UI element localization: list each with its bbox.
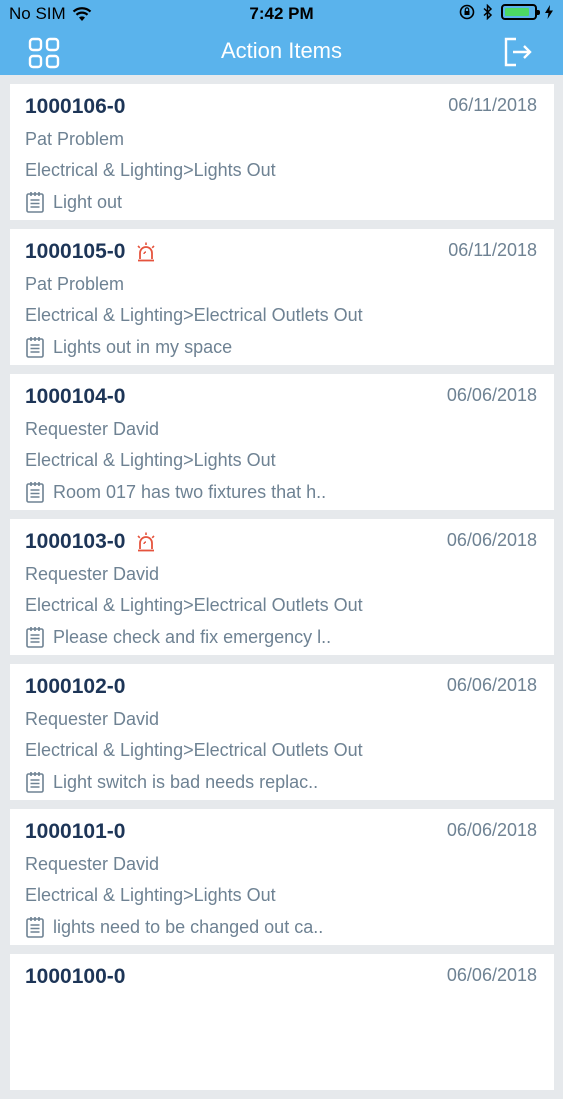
item-date: 06/11/2018 [448, 240, 537, 260]
action-item-card[interactable]: 1000104-0 06/06/2018 Requester David Electr… [10, 374, 554, 510]
action-item-card[interactable]: 1000102-0 06/06/2018 Requester David Electr… [10, 664, 554, 800]
item-id-text: 1000104-0 [25, 385, 126, 408]
status-right [459, 4, 553, 20]
item-requester: Pat Problem [25, 274, 125, 294]
item-description-text: Room 017 has two fixtures that h.. [53, 481, 327, 502]
action-item-card[interactable]: 1000105-0 06/11/2018 Pat Problem Electrica… [10, 229, 554, 365]
item-id: 1000106-0 [25, 95, 125, 119]
item-description-text: Light switch is bad needs replac.. [53, 771, 319, 792]
item-date: 06/06/2018 [446, 820, 537, 840]
item-description: lights need to be changed out ca.. [25, 916, 323, 938]
item-requester: Requester David [25, 709, 160, 729]
item-description: Light out [25, 191, 122, 213]
item-id-text: 1000102-0 [25, 675, 126, 698]
battery-icon [501, 4, 540, 20]
action-item-card[interactable]: 1000103-0 06/06/2018 Requester David Elect… [10, 519, 554, 655]
item-description-text: lights need to be changed out ca.. [53, 916, 324, 937]
note-icon [26, 192, 44, 213]
action-item-card[interactable]: 1000101-0 06/06/2018 Requester David Electr… [10, 809, 554, 945]
item-id: 1000103-0 [25, 530, 157, 554]
logout-icon[interactable] [503, 36, 533, 68]
alarm-icon [137, 532, 156, 552]
note-icon [26, 917, 44, 938]
item-id: 1000101-0 [25, 820, 125, 844]
item-date: 06/06/2018 [446, 530, 537, 550]
note-icon [26, 337, 44, 358]
item-id: 1000100-0 [25, 965, 125, 989]
item-date: 06/06/2018 [446, 965, 537, 985]
note-icon [26, 627, 44, 648]
item-category: Electrical & Lighting>Lights Out [25, 450, 276, 470]
item-requester: Pat Problem [25, 129, 125, 149]
item-id-text: 1000103-0 [25, 530, 126, 553]
page-title: Action Items [220, 38, 343, 63]
item-id: 1000105-0 [25, 240, 157, 264]
item-description: Room 017 has two fixtures that h.. [25, 481, 326, 503]
item-category: Electrical & Lighting>Electrical Outlets… [25, 305, 363, 325]
item-date: 06/06/2018 [446, 675, 537, 695]
item-description: Light switch is bad needs replac.. [25, 771, 318, 793]
app-header: No SIM 7:42 PM Action Items [0, 0, 563, 75]
action-items-list: 1000106-0 06/11/2018 Pat Problem Electrical… [10, 84, 554, 1099]
action-item-card[interactable]: 1000106-0 06/11/2018 Pat Problem Electrical… [10, 84, 554, 220]
item-id-text: 1000101-0 [25, 820, 126, 843]
item-id-text: 1000106-0 [25, 95, 126, 118]
item-description-text: Please check and fix emergency l.. [53, 626, 332, 647]
note-icon [26, 772, 44, 793]
item-id-text: 1000105-0 [25, 240, 126, 263]
item-requester: Requester David [25, 854, 160, 874]
item-description: Please check and fix emergency l.. [25, 626, 331, 648]
item-description-text: Light out [53, 191, 123, 212]
item-date: 06/11/2018 [448, 95, 537, 115]
item-id: 1000102-0 [25, 675, 125, 699]
bluetooth-icon [483, 4, 493, 20]
item-description: Lights out in my space [25, 336, 232, 358]
item-description-text: Lights out in my space [53, 336, 233, 357]
battery-tip [537, 10, 540, 15]
charging-bolt-icon [545, 5, 553, 19]
item-requester: Requester David [25, 564, 160, 584]
status-bar: No SIM 7:42 PM [0, 0, 563, 28]
item-requester: Requester David [25, 419, 160, 439]
alarm-icon [137, 242, 156, 262]
item-category: Electrical & Lighting>Lights Out [25, 885, 276, 905]
item-category: Electrical & Lighting>Electrical Outlets… [25, 595, 363, 615]
battery-level [505, 8, 529, 16]
item-category: Electrical & Lighting>Lights Out [25, 160, 276, 180]
item-id: 1000104-0 [25, 385, 125, 409]
note-icon [26, 482, 44, 503]
orientation-lock-icon [459, 4, 475, 20]
action-item-card[interactable]: 1000100-0 06/06/2018 [10, 954, 554, 1090]
item-id-text: 1000100-0 [25, 965, 126, 988]
nav-bar: Action Items [0, 28, 563, 75]
item-category: Electrical & Lighting>Electrical Outlets… [25, 740, 363, 760]
item-date: 06/06/2018 [446, 385, 537, 405]
